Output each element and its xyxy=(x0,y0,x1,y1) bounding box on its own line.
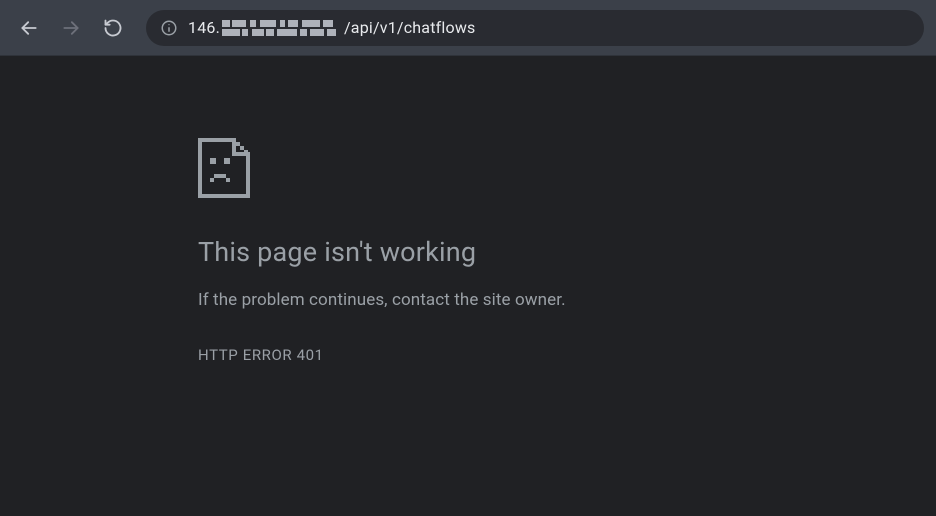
error-message: If the problem continues, contact the si… xyxy=(198,290,936,310)
browser-toolbar: 146. xyxy=(0,0,936,56)
back-button[interactable] xyxy=(12,11,46,45)
url-suffix: /api/v1/chatflows xyxy=(344,18,476,37)
site-info-icon[interactable] xyxy=(160,19,178,37)
arrow-left-icon xyxy=(19,18,39,38)
arrow-right-icon xyxy=(61,18,81,38)
reload-button[interactable] xyxy=(96,11,130,45)
url-prefix: 146. xyxy=(188,18,220,37)
error-code: HTTP ERROR 401 xyxy=(198,346,936,364)
reload-icon xyxy=(103,18,123,38)
url-text: 146. xyxy=(188,18,476,37)
address-bar[interactable]: 146. xyxy=(146,10,924,46)
sad-file-icon xyxy=(198,138,936,202)
url-redacted-segment xyxy=(222,20,342,36)
error-page: This page isn't working If the problem c… xyxy=(0,56,936,516)
error-title: This page isn't working xyxy=(198,236,936,268)
forward-button[interactable] xyxy=(54,11,88,45)
